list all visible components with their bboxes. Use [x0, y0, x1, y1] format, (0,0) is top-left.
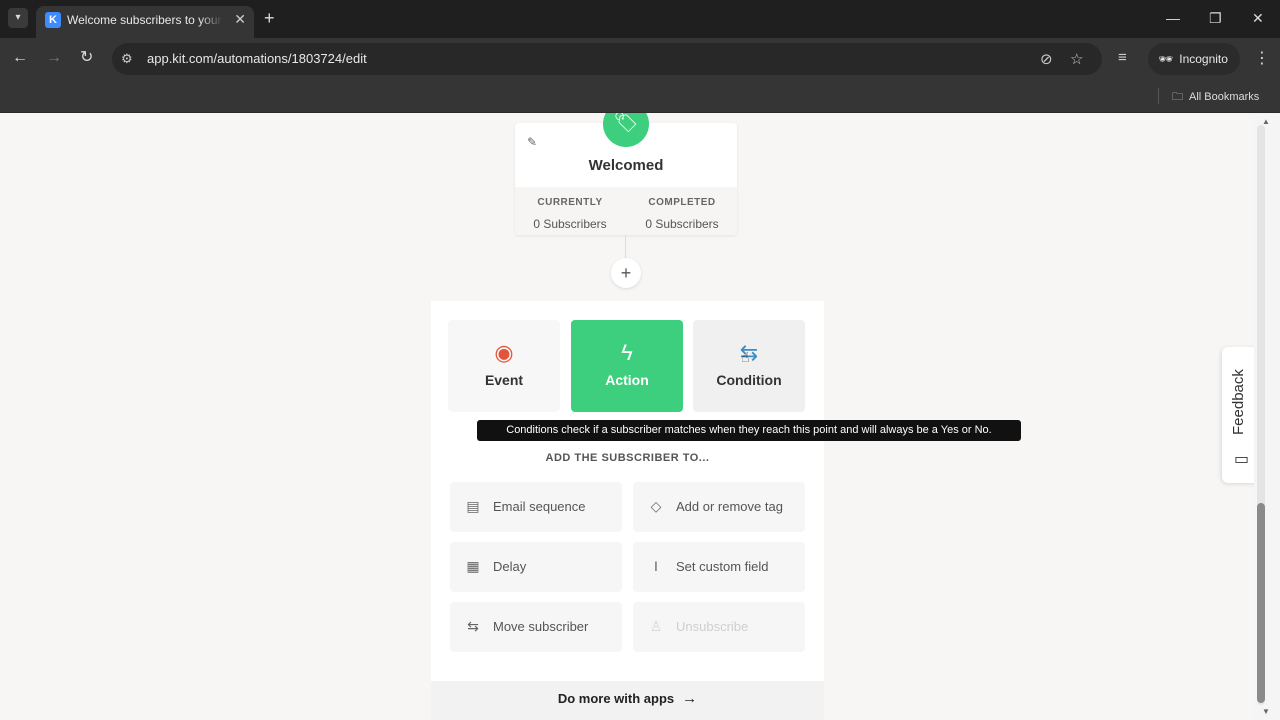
forward-icon[interactable]: → — [46, 49, 62, 67]
tab-list-button[interactable]: ▾ — [8, 8, 28, 28]
tag-icon: 🏷 — [603, 113, 649, 147]
option-label: Email sequence — [493, 499, 586, 514]
reading-list-icon[interactable]: ≡ — [1118, 49, 1127, 66]
option-add-remove-tag[interactable]: ◇ Add or remove tag — [633, 482, 805, 532]
action-label: Action — [605, 372, 649, 388]
step-picker: ◉ Event ϟ Action ⇆ Condition ☝ ADD THE S… — [431, 301, 824, 720]
stat-currently-label: CURRENTLY — [537, 197, 603, 208]
eye-off-icon[interactable]: ⊘ — [1040, 50, 1053, 68]
step-title: Welcomed — [588, 157, 664, 174]
do-more-with-apps-button[interactable]: Do more with apps → — [431, 681, 824, 720]
back-icon[interactable]: ← — [12, 49, 28, 67]
stat-completed: COMPLETED 0 Subscribers — [627, 197, 737, 231]
option-unsubscribe: ♙ Unsubscribe — [633, 602, 805, 652]
site-info-icon[interactable]: ⚙ — [121, 51, 133, 67]
section-label: ADD THE SUBSCRIBER TO... — [545, 452, 710, 464]
step-stats: CURRENTLY 0 Subscribers COMPLETED 0 Subs… — [515, 187, 737, 235]
new-tab-button[interactable]: + — [264, 8, 275, 28]
inbox-icon: ▤ — [466, 498, 480, 514]
user-minus-icon: ♙ — [649, 618, 663, 634]
feedback-label: Feedback — [1230, 369, 1247, 435]
text-cursor-icon: I — [654, 558, 658, 574]
bookmarks-bar: 🗀 All Bookmarks — [0, 80, 1280, 113]
chat-icon: ▭ — [1234, 451, 1250, 468]
incognito-icon: 🕶 — [1158, 52, 1174, 66]
event-button[interactable]: ◉ Event — [448, 320, 560, 412]
hand-cursor-icon: ☝ — [741, 349, 750, 365]
stat-completed-label: COMPLETED — [648, 197, 716, 208]
condition-label: Condition — [716, 372, 782, 388]
browser-menu-icon[interactable]: ⋮ — [1254, 48, 1270, 68]
all-bookmarks-button[interactable]: 🗀 All Bookmarks — [1172, 88, 1259, 107]
apps-label: Do more with apps — [557, 691, 675, 706]
browser-tabbar: ▾ K Welcome subscribers to your p ✕ + — … — [0, 0, 1280, 38]
add-step-button[interactable]: + — [611, 258, 641, 288]
close-window-icon[interactable]: ✕ — [1252, 10, 1264, 27]
arrow-right-icon: → — [682, 690, 698, 707]
scroll-thumb[interactable] — [1257, 503, 1265, 703]
scroll-up-icon[interactable]: ▲ — [1262, 117, 1270, 126]
feedback-tab[interactable]: Feedback ▭ — [1222, 347, 1254, 483]
star-icon[interactable]: ☆ — [1070, 50, 1083, 68]
tag-icon: ◇ — [650, 498, 662, 514]
browser-tab[interactable]: K Welcome subscribers to your p ✕ — [36, 6, 254, 38]
option-set-custom-field[interactable]: I Set custom field — [633, 542, 805, 592]
calendar-icon: ▦ — [466, 558, 480, 574]
stat-completed-value: 0 Subscribers — [645, 217, 719, 231]
option-label: Delay — [493, 559, 527, 574]
tag-step-card[interactable]: 🏷 ✎ Welcomed CURRENTLY 0 Subscribers COM… — [515, 113, 737, 235]
browser-toolbar: ← → ↻ ⚙ app.kit.com/automations/1803724/… — [0, 38, 1280, 80]
option-label: Unsubscribe — [676, 619, 749, 634]
url-text[interactable]: app.kit.com/automations/1803724/edit — [147, 51, 367, 66]
incognito-label: Incognito — [1179, 52, 1228, 66]
kit-favicon-icon: K — [45, 12, 61, 28]
address-bar[interactable]: ⚙ app.kit.com/automations/1803724/edit ⊘… — [112, 43, 1102, 75]
stat-currently-value: 0 Subscribers — [533, 217, 607, 231]
close-tab-icon[interactable]: ✕ — [234, 11, 246, 28]
option-label: Move subscriber — [493, 619, 589, 634]
bookmarks-divider — [1158, 88, 1159, 104]
incognito-badge[interactable]: 🕶 Incognito — [1148, 43, 1240, 75]
option-label: Add or remove tag — [676, 499, 783, 514]
action-button[interactable]: ϟ Action — [571, 320, 683, 412]
signpost-icon: ⇆ — [467, 618, 479, 634]
option-email-sequence[interactable]: ▤ Email sequence — [450, 482, 622, 532]
page-scrollbar[interactable]: ▲ ▼ — [1254, 113, 1280, 720]
target-icon: ◉ — [494, 340, 514, 365]
edit-step-icon[interactable]: ✎ — [527, 135, 537, 149]
lightning-icon: ϟ — [621, 340, 633, 365]
minimize-icon[interactable]: — — [1166, 10, 1180, 26]
option-delay[interactable]: ▦ Delay — [450, 542, 622, 592]
condition-button[interactable]: ⇆ Condition — [693, 320, 805, 412]
restore-icon[interactable]: ❐ — [1209, 10, 1222, 27]
tab-title: Welcome subscribers to your p — [67, 13, 223, 27]
all-bookmarks-label: All Bookmarks — [1189, 91, 1260, 103]
scroll-down-icon[interactable]: ▼ — [1262, 707, 1270, 716]
reload-icon[interactable]: ↻ — [80, 49, 93, 67]
option-move-subscriber[interactable]: ⇆ Move subscriber — [450, 602, 622, 652]
stat-currently: CURRENTLY 0 Subscribers — [515, 197, 625, 231]
automation-canvas: 🏷 ✎ Welcomed CURRENTLY 0 Subscribers COM… — [0, 113, 1254, 720]
option-label: Set custom field — [676, 559, 769, 574]
condition-tooltip: Conditions check if a subscriber matches… — [477, 420, 1021, 441]
event-label: Event — [484, 372, 524, 388]
folder-icon: 🗀 — [1172, 91, 1183, 103]
